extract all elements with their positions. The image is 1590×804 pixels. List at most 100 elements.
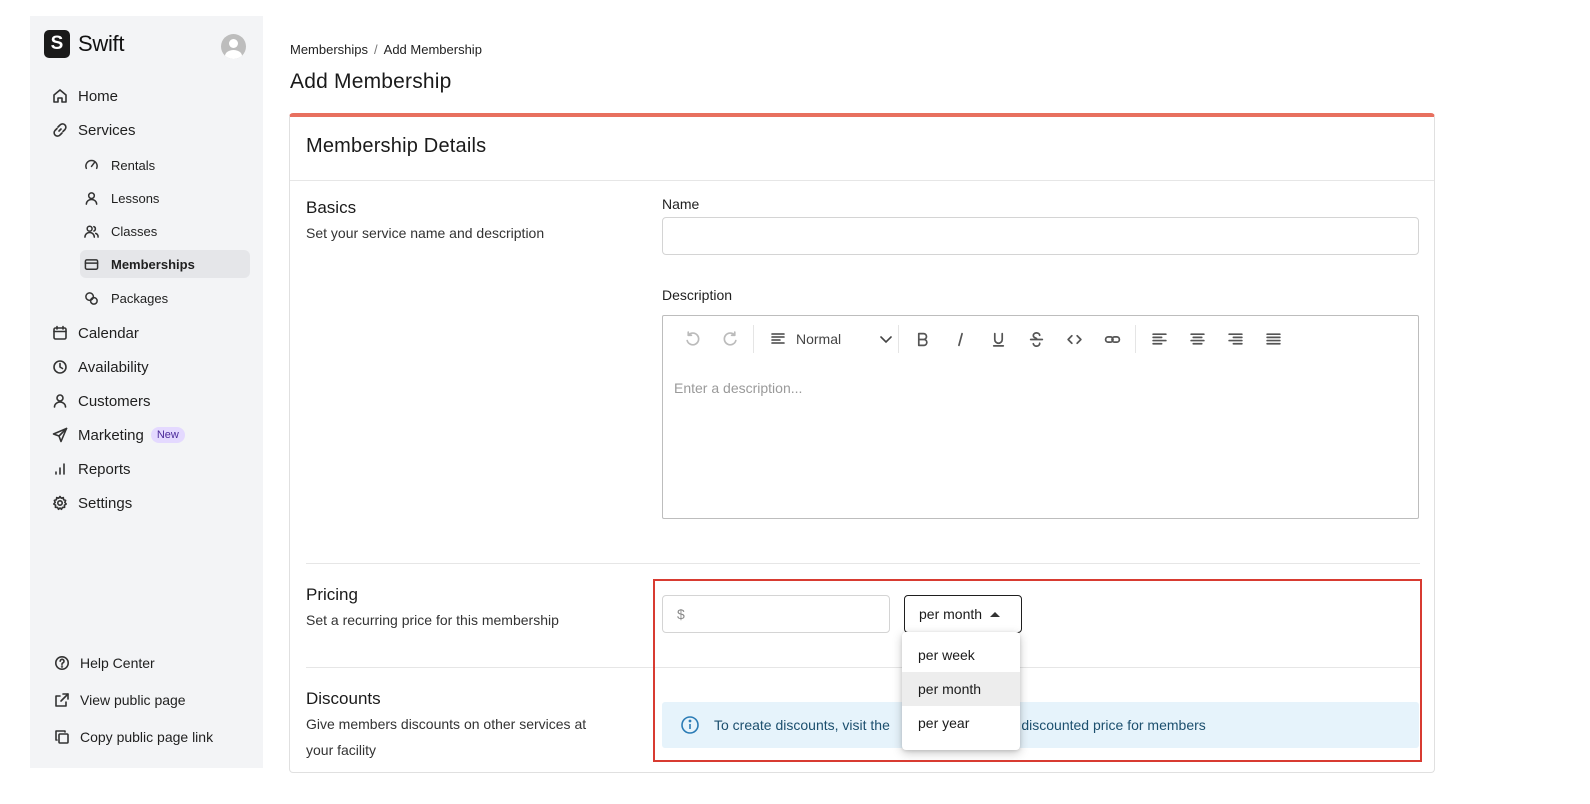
section-divider	[306, 563, 1420, 564]
user-avatar[interactable]	[221, 34, 246, 59]
person-icon	[52, 393, 68, 409]
undo-button[interactable]	[673, 324, 711, 354]
italic-button[interactable]	[941, 324, 979, 354]
sidebar-item-reports[interactable]: Reports	[52, 455, 131, 483]
help-center-label: Help Center	[80, 655, 155, 671]
breadcrumb-parent[interactable]: Memberships	[290, 42, 368, 57]
align-left-icon	[1151, 332, 1167, 345]
period-option-year[interactable]: per year	[902, 706, 1020, 740]
sidebar-item-label: Home	[78, 87, 119, 105]
description-text-area[interactable]: Enter a description...	[663, 362, 1418, 518]
breadcrumb-separator: /	[374, 42, 378, 57]
sidebar-item-rentals[interactable]: Rentals	[80, 151, 250, 179]
sidebar-item-lessons[interactable]: Lessons	[80, 184, 250, 212]
external-link-icon	[54, 692, 70, 708]
help-icon	[54, 655, 70, 671]
sidebar-item-label: Marketing	[78, 426, 144, 444]
redo-button[interactable]	[711, 324, 749, 354]
paragraph-icon	[771, 333, 785, 344]
align-center-button[interactable]	[1178, 324, 1216, 354]
underline-button[interactable]	[979, 324, 1017, 354]
italic-icon	[957, 332, 963, 346]
name-input[interactable]	[662, 217, 1419, 255]
bar-chart-icon	[52, 461, 68, 477]
currency-symbol: $	[677, 606, 685, 622]
strikethrough-icon	[1029, 331, 1043, 347]
sidebar-item-classes[interactable]: Classes	[80, 217, 250, 245]
help-center-link[interactable]: Help Center	[54, 650, 155, 676]
sidebar-item-label: Classes	[111, 223, 158, 239]
align-justify-button[interactable]	[1254, 324, 1292, 354]
pricing-description: Set a recurring price for this membershi…	[306, 612, 559, 628]
brand-logo-icon: S	[44, 30, 70, 58]
align-left-button[interactable]	[1140, 324, 1178, 354]
toolbar-divider	[1135, 325, 1136, 353]
brand-name: Swift	[78, 31, 125, 56]
copy-public-page-link[interactable]: Copy public page link	[54, 724, 213, 750]
redo-icon	[723, 330, 737, 346]
discounts-description: Give members discounts on other services…	[306, 716, 587, 758]
sidebar-item-availability[interactable]: Availability	[52, 353, 149, 381]
code-icon	[1066, 334, 1082, 344]
sidebar-item-calendar[interactable]: Calendar	[52, 319, 139, 347]
chevron-down-icon	[880, 336, 892, 344]
link-button[interactable]	[1093, 324, 1131, 354]
align-right-icon	[1227, 332, 1243, 345]
sidebar-item-label: Settings	[78, 494, 133, 512]
sidebar-item-services[interactable]: Services	[52, 116, 136, 144]
sidebar-item-label: Services	[78, 121, 136, 139]
link-icon	[1104, 335, 1120, 343]
info-icon	[681, 716, 699, 734]
gauge-icon	[84, 158, 99, 173]
sidebar-item-label: Packages	[111, 290, 169, 306]
billing-period-select[interactable]: per month	[904, 595, 1022, 633]
price-input-wrapper[interactable]: $	[662, 595, 890, 633]
membership-details-card: Membership Details Basics Set your servi…	[289, 113, 1435, 773]
view-public-page-link[interactable]: View public page	[54, 687, 186, 713]
period-option-week[interactable]: per week	[902, 638, 1020, 672]
card-icon	[84, 257, 99, 272]
sidebar-item-customers[interactable]: Customers	[52, 387, 151, 415]
calendar-icon	[52, 325, 68, 341]
clock-icon	[52, 359, 68, 375]
sidebar-item-memberships[interactable]: Memberships	[80, 250, 250, 278]
align-justify-icon	[1265, 332, 1281, 345]
page-title: Add Membership	[290, 70, 452, 93]
price-input[interactable]	[692, 606, 873, 622]
sidebar-item-label: Availability	[78, 358, 149, 376]
strikethrough-button[interactable]	[1017, 324, 1055, 354]
sidebar-item-marketing[interactable]: Marketing New	[52, 421, 185, 449]
brand[interactable]: S Swift	[44, 30, 124, 58]
sidebar-item-label: Reports	[78, 460, 131, 478]
period-option-month[interactable]: per month	[902, 672, 1020, 706]
card-title: Membership Details	[306, 135, 487, 157]
align-right-button[interactable]	[1216, 324, 1254, 354]
billing-period-value: per month	[919, 606, 983, 622]
block-type-label: Normal	[796, 331, 842, 347]
basics-title: Basics	[306, 198, 357, 217]
undo-icon	[685, 330, 699, 346]
description-label: Description	[662, 287, 733, 303]
toolbar-divider	[898, 325, 899, 353]
block-type-select[interactable]: Normal	[758, 324, 894, 354]
basics-description: Set your service name and description	[306, 225, 545, 241]
code-button[interactable]	[1055, 324, 1093, 354]
copy-icon	[54, 729, 70, 745]
view-public-page-label: View public page	[80, 692, 186, 708]
sidebar-item-label: Calendar	[78, 324, 139, 342]
description-editor: Normal Enter a description...	[662, 315, 1419, 519]
bold-button[interactable]	[903, 324, 941, 354]
toolbar-divider	[753, 325, 754, 353]
sidebar-item-label: Customers	[78, 392, 151, 410]
sidebar-item-label: Memberships	[111, 256, 195, 272]
pricing-title: Pricing	[306, 585, 358, 604]
underline-icon	[992, 332, 1004, 347]
sidebar-item-settings[interactable]: Settings	[52, 489, 132, 517]
sidebar-item-packages[interactable]: Packages	[80, 284, 250, 312]
align-center-icon	[1189, 332, 1205, 345]
discounts-title: Discounts	[306, 689, 381, 708]
sidebar-item-home[interactable]: Home	[52, 82, 118, 110]
new-badge: New	[150, 427, 185, 443]
person-icon	[84, 191, 99, 206]
breadcrumb: Memberships / Add Membership	[290, 42, 482, 57]
